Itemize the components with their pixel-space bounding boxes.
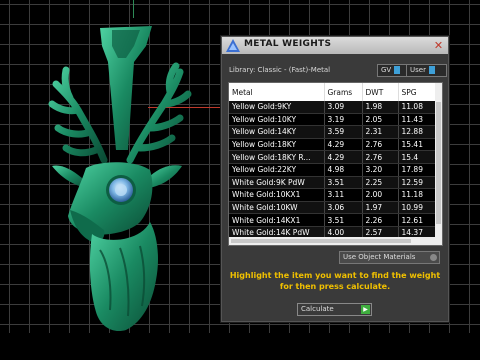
dwt-cell: 2.76 <box>362 150 399 164</box>
vertical-scrollbar[interactable] <box>435 83 442 245</box>
table-row[interactable]: Yellow Gold:22KY 4.98 3.20 17.89 <box>229 163 436 177</box>
spg-cell: 11.43 <box>398 113 436 127</box>
panel-titlebar[interactable]: METAL WEIGHTS ✕ <box>222 37 448 54</box>
vertical-scroll-thumb[interactable] <box>436 102 441 224</box>
toggle-indicator-icon <box>430 254 437 261</box>
spg-cell: 12.61 <box>398 213 436 227</box>
table-row[interactable]: White Gold:9K PdW 3.51 2.25 12.59 <box>229 176 436 190</box>
dwt-cell: 2.26 <box>362 213 399 227</box>
metal-cell: Yellow Gold:18KY <box>229 138 325 152</box>
header-metal[interactable]: Metal <box>229 83 325 101</box>
dwt-cell: 2.31 <box>362 125 399 139</box>
table-row[interactable]: White Gold:10KX1 3.11 2.00 11.18 <box>229 188 436 202</box>
table-row[interactable]: White Gold:14KX1 3.51 2.26 12.61 <box>229 213 436 227</box>
header-dwt[interactable]: DWT <box>362 83 399 101</box>
grams-cell: 4.98 <box>324 163 363 177</box>
metal-list[interactable]: Metal Grams DWT SPG Yellow Gold:9KY 3.09 1… <box>228 82 443 246</box>
grams-cell: 3.51 <box>324 213 363 227</box>
spg-cell: 15.41 <box>398 138 436 152</box>
table-row[interactable]: Yellow Gold:14KY 3.59 2.31 12.88 <box>229 125 436 139</box>
horizontal-scroll-thumb[interactable] <box>231 239 411 243</box>
user-indicator-icon <box>428 66 435 74</box>
grams-cell: 3.06 <box>324 201 363 215</box>
grams-cell: 3.11 <box>324 188 363 202</box>
metal-cell: Yellow Gold:10KY <box>229 113 325 127</box>
grams-cell: 3.09 <box>324 101 363 114</box>
instruction-line-1: Highlight the item you want to find the … <box>229 271 441 280</box>
spg-cell: 12.88 <box>398 125 436 139</box>
dwt-cell: 3.20 <box>362 163 399 177</box>
dwt-cell: 2.76 <box>362 138 399 152</box>
metal-cell: White Gold:10KX1 <box>229 188 325 202</box>
table-row[interactable]: Yellow Gold:18KY R... 4.29 2.76 15.4 <box>229 150 436 164</box>
dwt-cell: 2.00 <box>362 188 399 202</box>
table-row[interactable]: Yellow Gold:18KY 4.29 2.76 15.41 <box>229 138 436 152</box>
spg-cell: 12.59 <box>398 176 436 190</box>
app-logo-icon <box>226 39 240 52</box>
spg-cell: 17.89 <box>398 163 436 177</box>
metal-weights-panel: METAL WEIGHTS ✕ Library: Classic - (Fast… <box>221 36 449 322</box>
metal-cell: Yellow Gold:14KY <box>229 125 325 139</box>
gv-indicator-icon <box>394 66 401 74</box>
spg-cell: 10.99 <box>398 201 436 215</box>
grams-cell: 4.29 <box>324 138 363 152</box>
header-grams[interactable]: Grams <box>324 83 363 101</box>
viewport-bottom-bar <box>0 333 480 360</box>
close-icon[interactable]: ✕ <box>433 40 444 51</box>
instruction-line-2: for then press calculate. <box>279 282 391 291</box>
spg-cell: 11.18 <box>398 188 436 202</box>
metal-cell: Yellow Gold:18KY R... <box>229 150 325 164</box>
use-object-materials-toggle[interactable]: Use Object Materials <box>339 251 440 264</box>
table-row[interactable]: Yellow Gold:9KY 3.09 1.98 11.08 <box>229 101 436 114</box>
metal-cell: White Gold:14KX1 <box>229 213 325 227</box>
dwt-cell: 2.25 <box>362 176 399 190</box>
grams-cell: 3.19 <box>324 113 363 127</box>
use-object-materials-label: Use Object Materials <box>343 253 416 261</box>
instruction-text: Highlight the item you want to find the … <box>222 270 448 292</box>
metal-cell: White Gold:10KW <box>229 201 325 215</box>
spg-cell: 15.4 <box>398 150 436 164</box>
grams-cell: 3.59 <box>324 125 363 139</box>
library-label: Library: Classic - (Fast)-Metal <box>229 66 331 74</box>
spg-cell: 11.08 <box>398 101 436 114</box>
horizontal-scrollbar[interactable] <box>229 237 442 245</box>
gv-label: GV <box>381 66 392 74</box>
panel-title: METAL WEIGHTS <box>244 39 332 49</box>
dwt-cell: 2.05 <box>362 113 399 127</box>
dwt-cell: 1.98 <box>362 101 399 114</box>
play-arrow-icon: ▶ <box>361 305 370 314</box>
calculate-label: Calculate <box>301 305 334 313</box>
grams-cell: 3.51 <box>324 176 363 190</box>
calculate-button[interactable]: Calculate ▶ <box>297 303 372 316</box>
dwt-cell: 1.97 <box>362 201 399 215</box>
table-row[interactable]: White Gold:10KW 3.06 1.97 10.99 <box>229 201 436 215</box>
metal-cell: Yellow Gold:22KY <box>229 163 325 177</box>
metal-cell: Yellow Gold:9KY <box>229 101 325 114</box>
user-label: User <box>410 66 426 74</box>
list-header: Metal Grams DWT SPG <box>229 83 436 101</box>
deer-pendant-model[interactable] <box>0 0 220 340</box>
metal-cell: White Gold:9K PdW <box>229 176 325 190</box>
grams-cell: 4.29 <box>324 150 363 164</box>
header-spg[interactable]: SPG <box>398 83 436 101</box>
user-toggle[interactable]: User <box>406 64 447 77</box>
table-row[interactable]: Yellow Gold:10KY 3.19 2.05 11.43 <box>229 113 436 127</box>
